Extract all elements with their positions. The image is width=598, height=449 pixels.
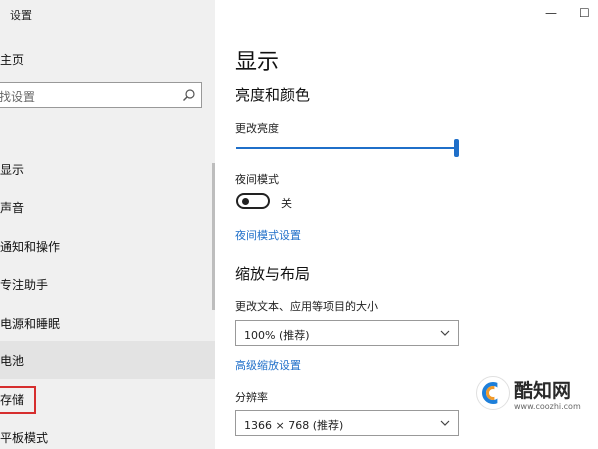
sidebar-item-label: 声音 (0, 201, 25, 215)
chevron-down-icon (440, 420, 450, 426)
search-icon[interactable] (182, 88, 196, 102)
sidebar-home[interactable]: 主页 (0, 51, 24, 68)
brightness-slider-track[interactable] (236, 147, 456, 149)
sidebar-item-notifications[interactable]: 通知和操作 (0, 227, 215, 265)
sidebar-item-label: 专注助手 (0, 278, 49, 292)
page-title: 显示 (235, 50, 280, 75)
scale-label: 更改文本、应用等项目的大小 (235, 300, 378, 313)
sidebar-item-label: 电池 (0, 354, 25, 368)
maximize-button[interactable]: ☐ (579, 6, 590, 20)
app-title: 设置 (10, 9, 32, 22)
search-input[interactable]: 找设置 (0, 82, 202, 108)
sidebar-item-label: 电源和睡眠 (0, 317, 61, 331)
sidebar-item-power-sleep[interactable]: 电源和睡眠 (0, 304, 215, 342)
sidebar: 设置 主页 找设置 显示 声音 通知和操作 专注助手 电源和睡眠 电池 存储 平… (0, 0, 215, 449)
resolution-value: 1366 × 768 (推荐) (244, 419, 344, 432)
scale-dropdown[interactable]: 100% (推荐) (235, 320, 459, 346)
night-mode-state: 关 (281, 197, 292, 210)
scale-section-heading: 缩放与布局 (235, 265, 311, 283)
resolution-dropdown[interactable]: 1366 × 768 (推荐) (235, 410, 459, 436)
sidebar-item-display[interactable]: 显示 (0, 150, 215, 188)
resolution-label: 分辨率 (235, 391, 268, 404)
sidebar-item-tablet-mode[interactable]: 平板模式 (0, 418, 215, 449)
sidebar-item-label: 通知和操作 (0, 240, 61, 254)
brightness-section-heading: 亮度和颜色 (235, 86, 311, 104)
night-mode-toggle[interactable] (236, 193, 270, 209)
night-mode-label: 夜间模式 (235, 173, 279, 186)
logo-arc-orange (486, 386, 495, 400)
sidebar-item-focus-assist[interactable]: 专注助手 (0, 265, 215, 303)
minimize-button[interactable]: — (545, 6, 557, 20)
watermark: 酷知网 www.coozhi.com (472, 372, 598, 422)
search-placeholder: 找设置 (0, 90, 36, 104)
toggle-knob (242, 198, 249, 205)
watermark-name: 酷知网 (514, 380, 572, 402)
sidebar-item-label: 显示 (0, 163, 25, 177)
advanced-scaling-link[interactable]: 高级缩放设置 (235, 357, 301, 373)
sidebar-item-sound[interactable]: 声音 (0, 188, 215, 226)
watermark-url: www.coozhi.com (514, 402, 581, 411)
brightness-slider-thumb[interactable] (454, 139, 459, 157)
sidebar-item-battery[interactable]: 电池 (0, 341, 215, 379)
scale-value: 100% (推荐) (244, 329, 310, 342)
sidebar-item-label: 平板模式 (0, 431, 49, 445)
chevron-down-icon (440, 330, 450, 336)
night-mode-settings-link[interactable]: 夜间模式设置 (235, 227, 301, 243)
coozhi-logo-icon (476, 376, 510, 410)
storage-highlight-box (0, 386, 36, 414)
brightness-label: 更改亮度 (235, 122, 279, 135)
